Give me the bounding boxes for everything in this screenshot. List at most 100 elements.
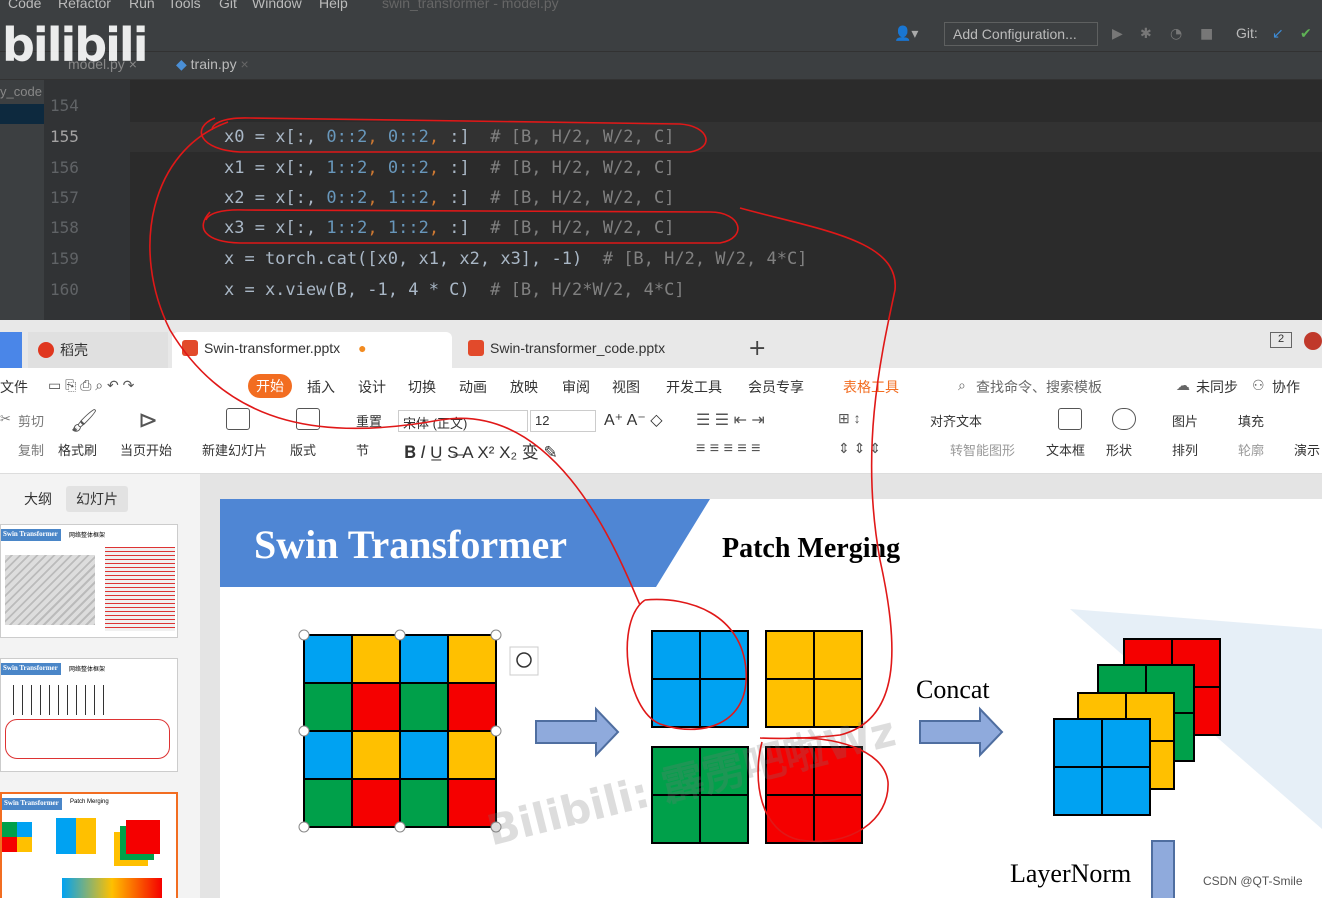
tab-slides[interactable]: 幻灯片	[66, 486, 128, 512]
copy-button[interactable]: 复制	[18, 440, 44, 459]
cut-button[interactable]: 剪切	[18, 411, 44, 430]
line-number: 160	[50, 280, 79, 299]
thumb-figure	[62, 878, 162, 898]
thumb-subtitle: Patch Merging	[70, 799, 109, 805]
collab-icon: ⚇	[1252, 377, 1265, 393]
layout-button[interactable]: 版式	[290, 440, 316, 459]
menu-design[interactable]: 设计	[358, 377, 386, 397]
patch-blue[interactable]	[651, 630, 749, 728]
tab-swin-transformer-pptx[interactable]: Swin-transformer.pptx ●	[172, 332, 452, 368]
format-painter-button[interactable]: 格式刷	[58, 440, 97, 459]
picture-button[interactable]: 图片	[1172, 411, 1198, 430]
tab-swin-transformer-code-pptx[interactable]: Swin-transformer_code.pptx	[458, 332, 738, 368]
bilibili-logo: bilibili	[2, 18, 148, 72]
tab-train-py[interactable]: ◆ train.py ×	[176, 56, 249, 73]
shape-button[interactable]: 形状	[1106, 440, 1132, 459]
menu-animation[interactable]: 动画	[459, 377, 487, 397]
code-line-cat[interactable]: x = torch.cat([x0, x1, x2, x3], -1) # [B…	[224, 249, 807, 269]
tab-outline[interactable]: 大纲	[14, 486, 62, 512]
git-update-icon[interactable]: ↙	[1272, 26, 1284, 42]
slide-subtitle: Patch Merging	[722, 533, 901, 564]
thumb-subtitle: 网络整体框架	[69, 533, 106, 539]
menu-developer[interactable]: 开发工具	[666, 377, 722, 397]
font-family-select[interactable]: 宋体 (正文)	[398, 410, 528, 432]
project-selected-row[interactable]	[0, 104, 44, 124]
ide-toolbar: 👤▾ Add Configuration... ▶ ✱ ◔ ■ Git: ↙ ✔	[0, 14, 1322, 52]
slide-thumbnail[interactable]: Swin Transformer 网络整体框架	[0, 524, 178, 638]
lightbulb-icon[interactable]	[509, 646, 539, 676]
add-configuration-button[interactable]: Add Configuration...	[944, 22, 1098, 46]
menu-slideshow[interactable]: 放映	[510, 377, 538, 397]
outline-button[interactable]: 轮廓	[1238, 440, 1264, 459]
menu-file[interactable]: 文件	[0, 377, 28, 397]
run-icon[interactable]: ▶	[1112, 26, 1123, 42]
reset-button[interactable]: 重置	[356, 411, 382, 430]
home-tab[interactable]	[0, 332, 22, 368]
tab-daoke[interactable]: 稻壳	[28, 332, 168, 368]
list-icons[interactable]: ☰ ☰ ⇤ ⇥	[696, 410, 765, 430]
fill-button[interactable]: 填充	[1238, 411, 1264, 430]
thumb-figure	[126, 820, 160, 854]
code-line-x0[interactable]: x0 = x[:, 0::2, 0::2, :] # [B, H/2, W/2,…	[224, 127, 674, 147]
font-size-select[interactable]: 12	[530, 410, 596, 432]
text-direction-icons[interactable]: ⊞ ↕	[838, 410, 861, 427]
stacked-patches[interactable]	[1053, 638, 1221, 816]
slide[interactable]: Swin Transformer Patch Merging Concat La…	[220, 499, 1322, 898]
coverage-icon[interactable]: ◔	[1170, 26, 1182, 42]
menu-transition[interactable]: 切换	[408, 377, 436, 397]
menu-window[interactable]: Window	[252, 0, 302, 11]
menu-help[interactable]: Help	[319, 0, 348, 11]
textbox-button[interactable]: 文本框	[1046, 440, 1085, 459]
arrange-button[interactable]: 排列	[1172, 440, 1198, 459]
line-number: 157	[50, 188, 79, 207]
new-tab-button[interactable]: +	[748, 336, 766, 361]
menu-review[interactable]: 审阅	[562, 377, 590, 397]
ide-menubar: Code Refactor Run Tools Git Window Help …	[0, 0, 1322, 14]
cloud-icon: ☁	[1176, 377, 1190, 393]
daoke-icon	[38, 342, 54, 358]
align-text-button[interactable]: 对齐文本	[930, 411, 982, 430]
alignment-icons[interactable]: ≡ ≡ ≡ ≡ ≡	[696, 440, 760, 458]
present-button[interactable]: 演示	[1294, 440, 1320, 459]
font-size-controls[interactable]: A⁺ A⁻ ◇	[604, 410, 663, 430]
new-slide-button[interactable]: 新建幻灯片	[202, 440, 267, 459]
stop-icon[interactable]: ■	[1200, 26, 1213, 42]
menu-view[interactable]: 视图	[612, 377, 640, 397]
git-commit-icon[interactable]: ✔	[1300, 26, 1312, 42]
menu-start[interactable]: 开始	[248, 374, 292, 398]
collab-button[interactable]: 协作	[1272, 377, 1300, 397]
menu-member[interactable]: 会员专享	[748, 377, 804, 397]
thumb-title: Swin Transformer	[1, 663, 61, 675]
debug-icon[interactable]: ✱	[1140, 26, 1152, 42]
spacing-icons[interactable]: ⇕ ⇕ ⇕	[838, 440, 881, 457]
menu-git[interactable]: Git	[219, 0, 237, 11]
tab-label: 稻壳	[60, 342, 88, 358]
ppt-icon	[468, 340, 484, 356]
section-button[interactable]: 节	[356, 440, 369, 459]
avatar[interactable]	[1304, 332, 1322, 350]
input-grid[interactable]	[298, 629, 502, 833]
menu-code[interactable]: Code	[8, 0, 41, 11]
command-search[interactable]: 查找命令、搜索模板	[976, 377, 1102, 397]
menu-run[interactable]: Run	[129, 0, 155, 11]
menu-table-tools[interactable]: 表格工具	[843, 377, 899, 397]
sync-status[interactable]: 未同步	[1196, 377, 1238, 397]
text-format-icons[interactable]: 𝐁 𝐼 U̲ S̶ A X² X₂ 变 ✎	[404, 438, 558, 463]
code-line-x2[interactable]: x2 = x[:, 0::2, 1::2, :] # [B, H/2, W/2,…	[224, 188, 674, 208]
user-icon[interactable]: 👤▾	[894, 26, 918, 42]
menu-insert[interactable]: 插入	[307, 377, 335, 397]
play-from-current-button[interactable]: 当页开始	[120, 440, 172, 459]
quick-access-icons[interactable]: ▭ ⎘ ⎙ ⌕ ↶ ↷	[48, 377, 134, 394]
menu-refactor[interactable]: Refactor	[58, 0, 111, 11]
menu-tools[interactable]: Tools	[168, 0, 201, 11]
slide-thumbnail[interactable]: Swin Transformer 网络整体框架	[0, 658, 178, 772]
csdn-watermark: CSDN @QT-Smile	[1203, 874, 1303, 888]
page-indicator[interactable]: 2	[1270, 332, 1292, 348]
code-line-x3[interactable]: x3 = x[:, 1::2, 1::2, :] # [B, H/2, W/2,…	[224, 218, 674, 238]
new-slide-icon	[226, 408, 250, 430]
layernorm-arrow	[1151, 840, 1175, 898]
smart-art-button[interactable]: 转智能图形	[950, 440, 1015, 459]
code-line-view[interactable]: x = x.view(B, -1, 4 * C) # [B, H/2*W/2, …	[224, 280, 685, 300]
slide-thumbnail-selected[interactable]: Swin Transformer Patch Merging	[0, 792, 178, 898]
code-line-x1[interactable]: x1 = x[:, 1::2, 0::2, :] # [B, H/2, W/2,…	[224, 158, 674, 178]
